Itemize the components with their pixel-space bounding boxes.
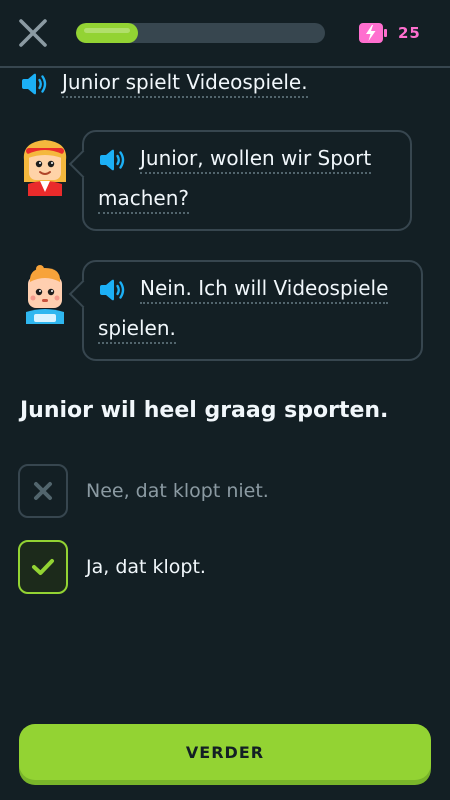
close-icon xyxy=(19,19,47,47)
x-icon xyxy=(34,482,52,500)
speaker-icon[interactable] xyxy=(98,279,126,301)
lesson-progress-bar xyxy=(76,23,325,43)
character-avatar-lily xyxy=(23,140,67,196)
speaker-icon[interactable] xyxy=(20,73,48,95)
option-checkbox[interactable] xyxy=(18,540,68,594)
narration-text[interactable]: Junior spielt Videospiele. xyxy=(62,70,308,98)
option-checkbox[interactable] xyxy=(18,464,68,518)
close-button[interactable] xyxy=(17,17,49,49)
battery-bolt-icon xyxy=(359,23,387,43)
speaker-icon[interactable] xyxy=(98,149,126,171)
continue-button-label: VERDER xyxy=(185,742,265,762)
speech-bubble-2: Nein. Ich will Videospiele spielen. xyxy=(82,260,423,361)
lesson-progress-fill xyxy=(76,23,139,43)
energy-count: 25 xyxy=(398,24,421,42)
bubble-text-line[interactable]: Junior, wollen wir Sport xyxy=(140,146,372,174)
bubble-text-line[interactable]: Nein. Ich will Videospiele xyxy=(140,276,389,304)
answer-option-true[interactable]: Ja, dat klopt. xyxy=(18,540,206,594)
option-label: Nee, dat klopt niet. xyxy=(86,480,269,502)
speech-bubble-1: Junior, wollen wir Sport machen? xyxy=(82,130,412,231)
check-icon xyxy=(32,559,54,575)
option-label: Ja, dat klopt. xyxy=(86,556,206,578)
bubble-text-line[interactable]: machen? xyxy=(98,186,190,214)
narration-line: Junior spielt Videospiele. xyxy=(20,66,308,102)
character-avatar-junior xyxy=(26,265,64,324)
answer-option-false[interactable]: Nee, dat klopt niet. xyxy=(18,464,269,518)
energy-indicator[interactable]: 25 xyxy=(358,21,421,45)
continue-button[interactable]: VERDER xyxy=(19,724,431,780)
top-bar: 25 xyxy=(0,0,450,66)
question-prompt: Junior wil heel graag sporten. xyxy=(20,398,389,423)
bubble-text-line[interactable]: spielen. xyxy=(98,316,176,344)
